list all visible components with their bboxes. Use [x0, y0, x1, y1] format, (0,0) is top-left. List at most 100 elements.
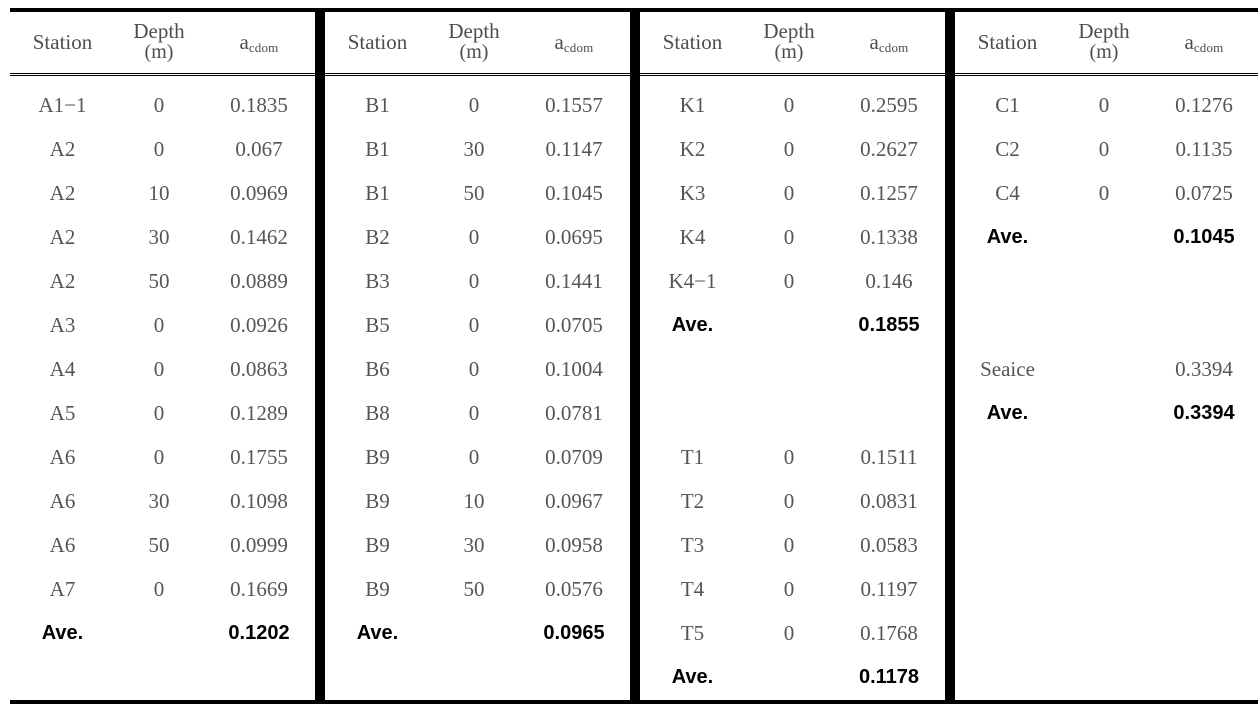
cell-depth: 0 [1098, 181, 1110, 205]
header-acdom-symbol: a [869, 29, 879, 54]
cdom-data-table: Station Depth (m) acdom Station Depth (m… [10, 8, 1258, 704]
cell-station: A3 [49, 313, 76, 337]
cell-depth: 0 [783, 181, 795, 205]
group-separator-1 [315, 215, 325, 260]
cell-acdom-blank [833, 392, 945, 436]
group-separator-1 [315, 74, 325, 128]
cell-depth [1060, 348, 1148, 392]
cell-station: T2 [680, 489, 705, 513]
cell-depth: 50 [463, 181, 485, 205]
header-acdom-symbol: a [554, 29, 564, 54]
average-label-group-b: Ave. [356, 622, 399, 644]
cell-station: T1 [680, 445, 705, 469]
average-label-group-kt: Ave. [671, 666, 714, 688]
header-acdom-text: acdom [554, 30, 593, 54]
cell-depth-empty [430, 656, 518, 702]
table-row: A3 0 0.0926 B5 0 0.0705 Ave. 0.1855 [10, 303, 1258, 348]
cell-acdom: 0.0969 [230, 181, 288, 205]
cell-acdom: 0.1511 [860, 445, 918, 469]
group-separator-2 [630, 74, 640, 128]
table-row: A2 50 0.0889 B3 0 0.1441 K4−1 0 0.146 [10, 259, 1258, 304]
group-separator-1 [315, 391, 325, 436]
cell-depth: 0 [153, 93, 165, 117]
cell-station: A6 [49, 489, 76, 513]
group-separator-1 [315, 259, 325, 304]
cell-acdom: 0.1557 [545, 93, 603, 117]
group-separator-2 [630, 347, 640, 392]
cell-station: K2 [679, 137, 706, 161]
cell-acdom: 0.0709 [545, 445, 603, 469]
group-separator-3 [945, 391, 955, 436]
cell-depth: 0 [153, 401, 165, 425]
cell-depth: 0 [783, 445, 795, 469]
group-separator-3 [945, 435, 955, 480]
cell-depth: 0 [1098, 137, 1110, 161]
cell-station: B9 [365, 489, 390, 513]
group-separator-3 [945, 655, 955, 702]
cell-station-empty [10, 656, 115, 702]
group-separator-3 [945, 303, 955, 348]
group-separator-1 [315, 523, 325, 568]
cell-depth: 0 [153, 357, 165, 381]
cell-acdom: 0.1462 [230, 225, 288, 249]
cell-station: B2 [365, 225, 390, 249]
group-separator-1 [315, 10, 325, 76]
group-separator-1 [315, 303, 325, 348]
header-depth-text: Depth (m) [115, 19, 203, 64]
table-row: Ave. 0.1202 Ave. 0.0965 T5 0 0.1768 [10, 611, 1258, 656]
header-depth-unit: (m) [144, 41, 174, 64]
cell-acdom-blank [1148, 304, 1258, 348]
group-separator-3 [945, 10, 955, 76]
group-separator-2 [630, 611, 640, 656]
cell-acdom: 0.0705 [545, 313, 603, 337]
header-acdom-text: acdom [239, 30, 278, 54]
cell-depth: 0 [153, 137, 165, 161]
group-separator-1 [315, 127, 325, 172]
group-separator-3 [945, 215, 955, 260]
cell-acdom: 0.146 [865, 269, 913, 293]
average-value-group-kt: 0.1855 [858, 314, 920, 336]
cell-station-blank [955, 304, 1060, 348]
cell-station: A4 [49, 357, 76, 381]
header-acdom-subscript: cdom [563, 39, 594, 55]
group-separator-3 [945, 479, 955, 524]
cell-depth: 0 [468, 313, 480, 337]
cell-depth [745, 304, 833, 348]
header-depth-unit: (m) [1089, 41, 1119, 64]
cell-depth: 30 [463, 533, 485, 557]
cell-station-empty [955, 568, 1060, 612]
cell-acdom: 0.0781 [545, 401, 603, 425]
cell-acdom: 0.0583 [860, 533, 918, 557]
cell-depth-empty [1060, 568, 1148, 612]
header-row: Station Depth (m) acdom Station Depth (m… [10, 10, 1258, 76]
cell-station: A5 [49, 401, 76, 425]
cell-acdom-blank [833, 348, 945, 392]
cell-depth: 10 [463, 489, 485, 513]
average-value-group-b: 0.0965 [543, 622, 605, 644]
cell-depth-blank [1060, 260, 1148, 304]
header-depth-word: Depth [133, 19, 185, 44]
cell-depth [115, 612, 203, 656]
cell-station: K1 [679, 93, 706, 117]
cell-depth: 30 [463, 137, 485, 161]
group-separator-3 [945, 567, 955, 612]
cell-acdom: 0.1004 [545, 357, 603, 381]
cell-station: C2 [995, 137, 1020, 161]
cell-acdom: 0.1257 [860, 181, 918, 205]
cell-station-empty [955, 656, 1060, 702]
cell-acdom: 0.0725 [1175, 181, 1233, 205]
cell-depth: 10 [148, 181, 170, 205]
header-depth-unit: (m) [459, 41, 489, 64]
group-separator-2 [630, 127, 640, 172]
cell-station: B1 [365, 93, 390, 117]
group-separator-2 [630, 303, 640, 348]
cell-depth: 0 [783, 137, 795, 161]
cell-depth: 0 [468, 445, 480, 469]
group-separator-3 [945, 171, 955, 216]
group-separator-2 [630, 215, 640, 260]
cell-acdom-empty [203, 656, 315, 702]
group-separator-2 [630, 391, 640, 436]
table-container: Station Depth (m) acdom Station Depth (m… [10, 0, 1258, 704]
group-separator-2 [630, 655, 640, 702]
cell-station: A7 [49, 577, 76, 601]
